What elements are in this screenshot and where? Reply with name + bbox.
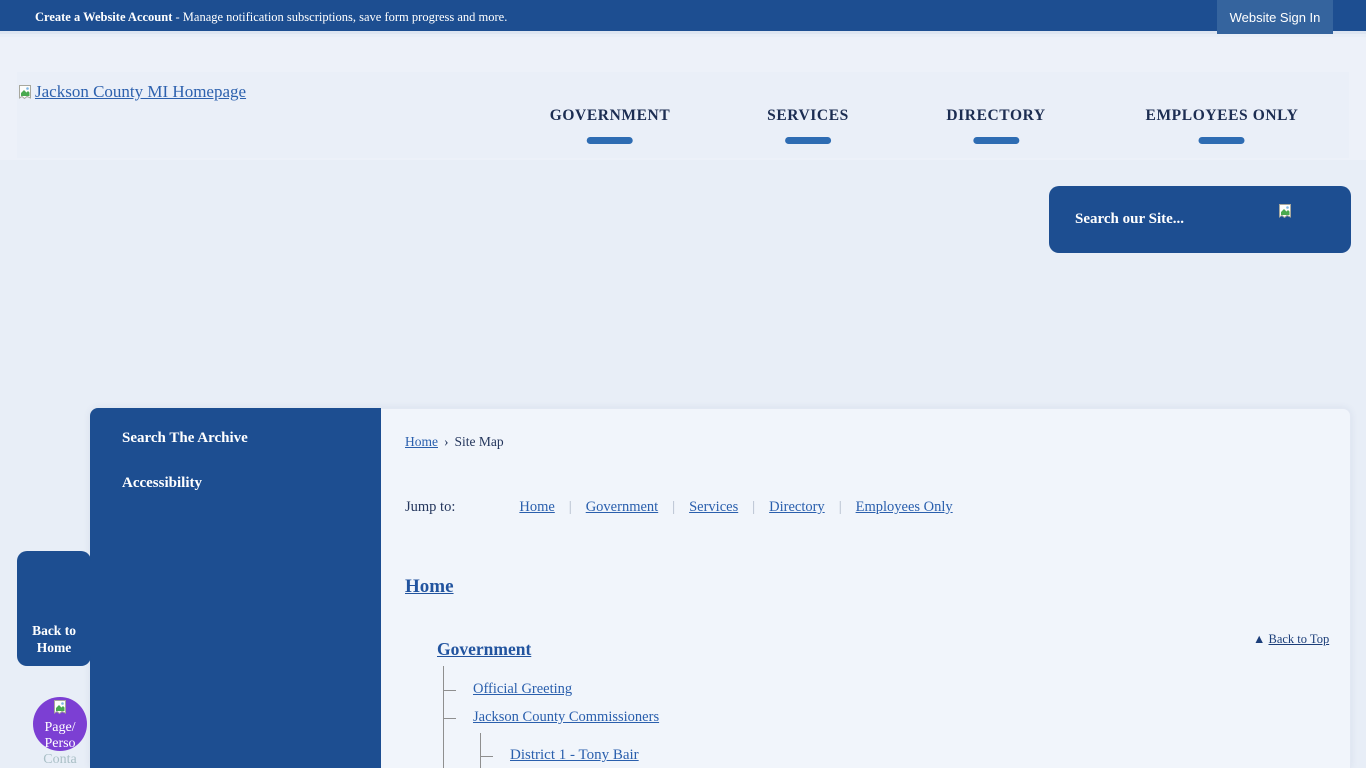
nav-services[interactable]: SERVICES — [767, 107, 849, 144]
nav-employees-only[interactable]: EMPLOYEES ONLY — [1146, 107, 1299, 144]
back-to-top-icon: ▲ — [1253, 632, 1266, 646]
nav-underline — [973, 137, 1019, 144]
breadcrumb-separator: › — [444, 434, 449, 449]
tree-line — [444, 718, 456, 719]
site-header: Jackson County MI Homepage GOVERNMENT SE… — [0, 37, 1366, 160]
breadcrumb-current: Site Map — [454, 434, 504, 449]
site-search-box[interactable]: Search our Site... — [1049, 186, 1351, 253]
sitemap-link-district-1-tony-bair[interactable]: District 1 - Tony Bair — [510, 747, 639, 764]
site-logo-text: Jackson County MI Homepage — [35, 82, 247, 101]
search-icon[interactable] — [1277, 203, 1293, 219]
sitemap-link-official-greeting[interactable]: Official Greeting — [473, 681, 572, 698]
tree-line — [443, 666, 444, 768]
jump-to-separator: | — [568, 499, 572, 515]
sitemap-home-heading[interactable]: Home — [405, 576, 454, 598]
site-logo-link[interactable]: Jackson County MI Homepage — [17, 82, 246, 102]
jump-to-home[interactable]: Home — [519, 499, 554, 516]
jump-to-label: Jump to: — [405, 499, 456, 515]
create-account-bold: Create a Website Account — [35, 10, 173, 24]
nav-directory[interactable]: DIRECTORY — [946, 107, 1045, 144]
sitemap-government-heading[interactable]: Government — [437, 639, 531, 660]
page-widget-button[interactable]: Page/ Perso Conta — [33, 697, 87, 768]
back-to-home-button[interactable]: Back to Home — [17, 551, 91, 666]
widget-text-line3: Conta — [43, 752, 77, 767]
back-to-top-link[interactable]: ▲ Back to Top — [1253, 632, 1329, 647]
breadcrumb-home-link[interactable]: Home — [405, 434, 438, 450]
breadcrumb: Home › Site Map — [405, 434, 504, 450]
tree-line — [480, 733, 481, 768]
jump-to-directory[interactable]: Directory — [769, 499, 825, 516]
jump-to-government[interactable]: Government — [586, 499, 658, 516]
search-input[interactable]: Search our Site... — [1075, 186, 1184, 253]
widget-text-line2: Perso — [44, 736, 76, 751]
jump-to-row: Jump to: Home | Government | Services | … — [405, 499, 953, 516]
nav-underline — [586, 137, 633, 144]
nav-underline — [784, 137, 831, 144]
jump-to-separator: | — [752, 499, 756, 515]
top-bar: Create a Website Account - Manage notifi… — [0, 0, 1366, 34]
nav-government[interactable]: GOVERNMENT — [550, 107, 671, 144]
jump-to-separator: | — [672, 499, 676, 515]
sidebar-item-accessibility[interactable]: Accessibility — [90, 453, 381, 498]
jump-to-services[interactable]: Services — [689, 499, 738, 516]
broken-image-icon — [52, 699, 68, 715]
nav-underline — [1199, 137, 1245, 144]
sitemap-link-jackson-county-commissioners[interactable]: Jackson County Commissioners — [473, 709, 659, 726]
jump-to-employees-only[interactable]: Employees Only — [856, 499, 953, 516]
website-sign-in-button[interactable]: Website Sign In — [1217, 0, 1333, 34]
back-to-home-line1: Back to — [32, 622, 76, 638]
tree-line — [444, 690, 456, 691]
create-account-description: - Manage notification subscriptions, sav… — [172, 10, 508, 24]
tree-line — [481, 756, 493, 757]
widget-text-line1: Page/ — [44, 720, 76, 735]
create-account-link[interactable]: Create a Website Account - Manage notifi… — [35, 0, 507, 34]
broken-image-icon — [17, 84, 33, 100]
back-to-home-line2: Home — [36, 639, 72, 655]
jump-to-separator: | — [838, 499, 842, 515]
widget-alt-text: Page/ Perso Conta — [33, 697, 87, 768]
left-sidebar: Search The Archive Accessibility — [90, 408, 381, 768]
sidebar-item-search-the-archive[interactable]: Search The Archive — [90, 408, 381, 453]
